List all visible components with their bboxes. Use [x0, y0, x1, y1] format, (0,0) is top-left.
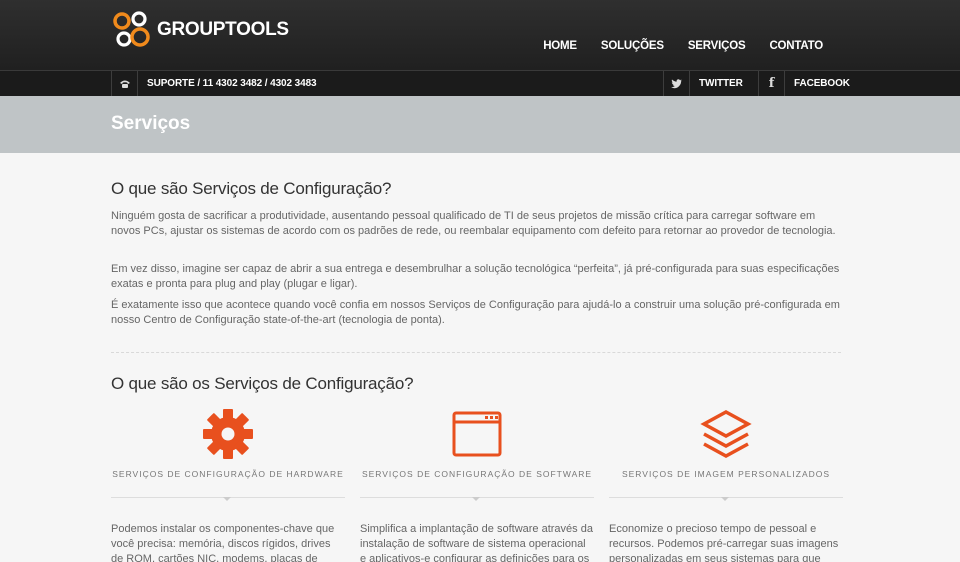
facebook-icon: f — [759, 71, 785, 96]
twitter-link[interactable]: TWITTER — [663, 71, 758, 96]
brand-name: GROUPTOOLS — [157, 19, 289, 40]
paragraph: É exatamente isso que acontece quando vo… — [111, 299, 840, 326]
main-nav: HOME SOLUÇÕES SERVIÇOS CONTATO — [519, 40, 823, 52]
service-title: SERVIÇOS DE CONFIGURAÇÃO DE SOFTWARE — [361, 469, 593, 479]
paragraph: Em vez disso, imagine ser capaz de abrir… — [111, 263, 840, 290]
twitter-label: TWITTER — [699, 78, 743, 89]
logo-icon — [113, 11, 150, 47]
service-description: Economize o precioso tempo de pessoal e … — [609, 523, 839, 562]
nav-solucoes[interactable]: SOLUÇÕES — [601, 40, 664, 52]
logo[interactable]: GROUPTOOLS — [111, 8, 289, 52]
arrow-down-icon — [472, 497, 480, 501]
page-title: Serviços — [111, 113, 191, 134]
gear-icon — [203, 409, 253, 459]
layers-icon — [700, 410, 752, 458]
section-heading: O que são os Serviços de Configuração? — [111, 374, 414, 393]
browser-window-icon — [452, 411, 502, 457]
info-bar: SUPORTE / 11 4302 3482 / 4302 3483 TWITT… — [0, 70, 960, 96]
arrow-down-icon — [721, 497, 729, 501]
service-title: SERVIÇOS DE CONFIGURAÇÃO DE HARDWARE — [112, 469, 344, 479]
service-card-software: SERVIÇOS DE CONFIGURAÇÃO DE SOFTWARE Sim… — [360, 408, 594, 562]
page-title-band: Serviços — [0, 96, 960, 153]
facebook-link[interactable]: f FACEBOOK — [758, 71, 850, 96]
nav-servicos[interactable]: SERVIÇOS — [688, 40, 746, 52]
support-info: SUPORTE / 11 4302 3482 / 4302 3483 — [111, 71, 317, 96]
service-card-hardware: SERVIÇOS DE CONFIGURAÇÃO DE HARDWARE Pod… — [111, 408, 345, 562]
service-card-image: SERVIÇOS DE IMAGEM PERSONALIZADOS Econom… — [609, 408, 843, 562]
paragraph: Ninguém gosta de sacrificar a produtivid… — [111, 210, 836, 237]
phone-icon — [112, 71, 138, 96]
site-header: GROUPTOOLS HOME SOLUÇÕES SERVIÇOS CONTAT… — [0, 0, 960, 70]
nav-contato[interactable]: CONTATO — [769, 40, 823, 52]
support-text: SUPORTE / 11 4302 3482 / 4302 3483 — [147, 78, 317, 89]
service-title: SERVIÇOS DE IMAGEM PERSONALIZADOS — [621, 469, 831, 479]
nav-home[interactable]: HOME — [543, 40, 577, 52]
section-heading: O que são Serviços de Configuração? — [111, 179, 392, 198]
service-description: Podemos instalar os componentes-chave qu… — [111, 523, 335, 562]
facebook-label: FACEBOOK — [794, 78, 850, 89]
twitter-icon — [664, 71, 690, 96]
service-description: Simplifica a implantação de software atr… — [360, 523, 593, 562]
divider — [111, 352, 841, 353]
arrow-down-icon — [223, 497, 231, 501]
